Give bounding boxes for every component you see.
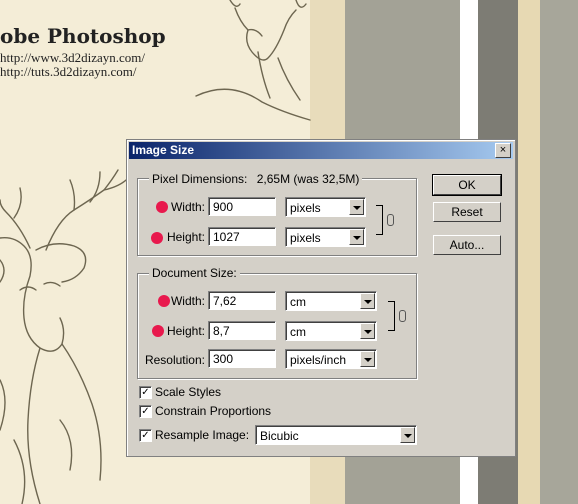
dialog-title-bar[interactable]: Image Size × [129,142,513,159]
resample-method-select[interactable]: Bicubic [255,425,417,445]
chevron-down-icon[interactable] [360,351,375,367]
doc-height-unit-value: cm [290,325,306,339]
chevron-down-icon[interactable] [360,293,375,309]
chevron-down-icon[interactable] [349,199,364,215]
resolution-unit-value: pixels/inch [290,353,347,367]
site-title: obe Photoshop [0,24,166,48]
constrain-proportions-label: Constrain Proportions [155,404,272,418]
resample-image-checkbox[interactable]: ✓ [139,429,152,442]
doc-width-input[interactable]: 7,62 [208,291,276,310]
resolution-unit-select[interactable]: pixels/inch [285,349,377,369]
doc-width-unit-value: cm [290,295,306,309]
chevron-down-icon[interactable] [360,323,375,339]
marker-dot [151,232,163,244]
pixel-dimensions-header: Pixel Dimensions: 2,65M (was 32,5M) [149,172,363,186]
pixel-height-label: Height: [166,230,205,244]
ok-button[interactable]: OK [433,175,501,195]
doc-height-unit-select[interactable]: cm [285,321,377,341]
chevron-down-icon[interactable] [400,427,415,443]
chain-link-icon [387,214,394,226]
site-url: http://tuts.3d2dizayn.com/ [0,64,137,79]
link-bracket [388,301,395,331]
resample-method-value: Bicubic [260,429,299,443]
pixel-height-input[interactable]: 1027 [208,227,276,246]
pixel-width-unit-value: pixels [290,201,321,215]
pixel-dimensions-label: Pixel Dimensions: [152,172,248,186]
pixel-width-unit-select[interactable]: pixels [285,197,366,217]
auto-button[interactable]: Auto... [433,235,501,255]
doc-width-label: Width: [170,294,205,308]
dialog-title: Image Size [132,143,195,157]
resample-image-label: Resample Image: [155,428,250,442]
doc-height-input[interactable]: 8,7 [208,321,276,340]
pixel-dimensions-value: 2,65M (was 32,5M) [256,172,360,186]
link-bracket [376,205,383,235]
chevron-down-icon[interactable] [349,229,364,245]
resolution-input[interactable]: 300 [208,349,276,368]
pixel-height-unit-select[interactable]: pixels [285,227,366,247]
resolution-label: Resolution: [144,353,205,367]
reset-button[interactable]: Reset [433,202,501,222]
pixel-height-unit-value: pixels [290,231,321,245]
image-size-dialog: Image Size × Pixel Dimensions: 2,65M (wa… [126,139,516,457]
scale-styles-label: Scale Styles [155,385,222,399]
doc-width-unit-select[interactable]: cm [285,291,377,311]
constrain-proportions-checkbox[interactable]: ✓ [139,405,152,418]
document-size-label: Document Size: [149,266,240,280]
pixel-dimensions-group [137,178,417,256]
scale-styles-checkbox[interactable]: ✓ [139,386,152,399]
pixel-width-input[interactable]: 900 [208,197,276,216]
pixel-width-label: Width: [170,200,205,214]
doc-height-label: Height: [166,324,205,338]
close-button[interactable]: × [495,143,511,158]
chain-link-icon [399,310,406,322]
